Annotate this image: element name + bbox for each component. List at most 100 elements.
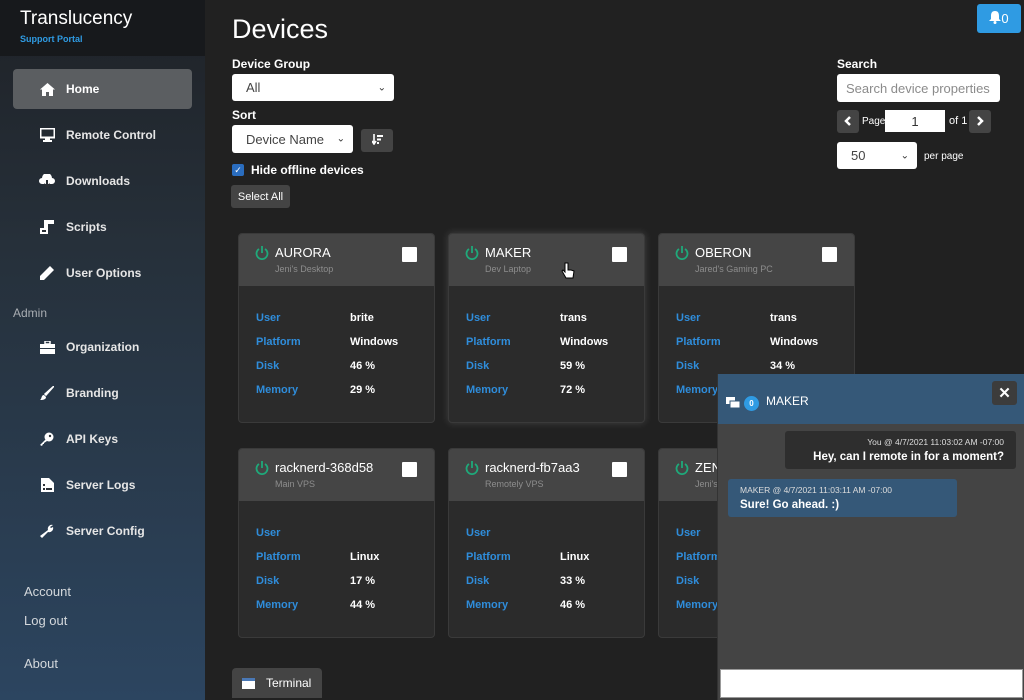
device-name[interactable]: MAKER [485, 245, 531, 260]
sidebar-item-server-logs[interactable]: Server Logs [13, 465, 192, 505]
device-memory: 44 % [350, 599, 376, 611]
message-text: Hey, can I remote in for a moment? [813, 451, 1004, 463]
per-page-select[interactable]: 50 ⌄ [837, 142, 917, 169]
device-name[interactable]: racknerd-368d58 [275, 460, 373, 475]
device-card[interactable]: racknerd-368d58 Main VPS User Platform Li… [238, 448, 435, 638]
device-disk: 17 % [350, 575, 376, 587]
sidebar-item-scripts[interactable]: Scripts [13, 207, 192, 247]
device-memory-row: Memory 72 % [466, 378, 644, 402]
terminal-icon [242, 677, 255, 689]
brand: Translucency Support Portal [0, 0, 205, 56]
field-label: Platform [256, 551, 301, 563]
notifications-button[interactable]: 0 [977, 4, 1021, 33]
account-link[interactable]: Account [24, 584, 71, 613]
close-chat-button[interactable]: ✕ [992, 381, 1017, 405]
hide-offline-checkbox[interactable]: ✓ [232, 164, 244, 176]
sidebar-item-organization[interactable]: Organization [13, 327, 192, 367]
field-label: User [466, 312, 491, 324]
bell-icon [989, 10, 1002, 27]
sidebar-item-label: API Keys [66, 432, 119, 446]
device-name[interactable]: OBERON [695, 245, 751, 260]
device-user-row: User brite [256, 306, 434, 330]
next-page-button[interactable] [969, 110, 991, 133]
message-text: Sure! Go ahead. :) [740, 499, 840, 511]
pencil-icon [39, 265, 55, 281]
device-select-checkbox[interactable] [612, 247, 627, 262]
sidebar-item-branding[interactable]: Branding [13, 373, 192, 413]
chevron-down-icon: ⌄ [900, 150, 909, 161]
device-select-checkbox[interactable] [402, 462, 417, 477]
page-number-input[interactable] [885, 110, 945, 132]
device-alias: Jared's Gaming PC [695, 264, 773, 274]
sort-direction-button[interactable] [361, 129, 393, 152]
chevron-down-icon: ⌄ [377, 82, 386, 93]
chat-message-outgoing: You @ 4/7/2021 11:03:02 AM -07:00 Hey, c… [785, 431, 1016, 469]
device-card[interactable]: AURORA Jeni's Desktop User brite Platform… [238, 233, 435, 423]
device-user-row: User trans [676, 306, 854, 330]
sort-descending-icon [370, 133, 383, 148]
device-card[interactable]: MAKER Dev Laptop User trans Platform Windo… [448, 233, 645, 423]
power-icon [465, 461, 479, 475]
prev-page-button[interactable] [837, 110, 859, 133]
sort-select[interactable]: Device Name ⌄ [232, 125, 353, 153]
device-group-select[interactable]: All ⌄ [232, 74, 394, 101]
device-memory-row: Memory 29 % [256, 378, 434, 402]
device-select-checkbox[interactable] [822, 247, 837, 262]
sidebar-item-remote-control[interactable]: Remote Control [13, 115, 192, 155]
device-select-checkbox[interactable] [402, 247, 417, 262]
sidebar-item-server-config[interactable]: Server Config [13, 511, 192, 551]
device-user: trans [560, 312, 587, 324]
sidebar-item-downloads[interactable]: Downloads [13, 161, 192, 201]
field-label: User [256, 312, 281, 324]
sidebar-item-user-options[interactable]: User Options [13, 253, 192, 293]
device-memory: 46 % [560, 599, 586, 611]
chat-message-input[interactable] [720, 669, 1023, 698]
sidebar-item-home[interactable]: Home [13, 69, 192, 109]
device-platform-row: Platform Linux [466, 545, 644, 569]
device-select-checkbox[interactable] [612, 462, 627, 477]
power-icon [675, 246, 689, 260]
per-page-label: per page [924, 151, 964, 162]
field-label: Platform [466, 551, 511, 563]
device-platform: Linux [350, 551, 380, 563]
field-label: Disk [676, 360, 700, 372]
device-disk-row: Disk 46 % [256, 354, 434, 378]
device-name[interactable]: racknerd-fb7aa3 [485, 460, 580, 475]
cloud-download-icon [39, 173, 55, 189]
device-disk-row: Disk 33 % [466, 569, 644, 593]
terminal-button[interactable]: Terminal [232, 668, 322, 698]
scroll-icon [39, 219, 55, 235]
field-label: Memory [256, 384, 299, 396]
sidebar-item-label: Server Config [66, 524, 145, 538]
device-name[interactable]: AURORA [275, 245, 331, 260]
device-platform-row: Platform Windows [256, 330, 434, 354]
search-input[interactable] [837, 74, 1000, 102]
admin-section-label: Admin [13, 306, 48, 320]
sidebar-item-api-keys[interactable]: API Keys [13, 419, 192, 459]
field-label: Disk [256, 360, 280, 372]
device-platform: Windows [770, 336, 819, 348]
comments-icon [726, 396, 741, 414]
field-label: Disk [466, 575, 490, 587]
page-title: Devices [232, 14, 329, 44]
home-icon [39, 81, 55, 97]
logout-link[interactable]: Log out [24, 613, 71, 656]
device-card-body: User trans Platform Windows Disk 59 % Memor… [449, 286, 644, 402]
device-card-body: User Platform Linux Disk 33 % Memory 46 % [449, 501, 644, 617]
chat-unread-badge: 0 [744, 396, 759, 411]
app-title: Translucency [20, 8, 133, 29]
about-link[interactable]: About [24, 656, 71, 671]
device-card-header: MAKER Dev Laptop [449, 234, 644, 286]
search-label: Search [837, 57, 878, 71]
chevron-left-icon [844, 115, 852, 129]
sidebar-item-label: Branding [66, 386, 119, 400]
field-label: User [256, 527, 281, 539]
device-disk-row: Disk 17 % [256, 569, 434, 593]
select-all-button[interactable]: Select All [231, 185, 290, 208]
device-platform-row: Platform Linux [256, 545, 434, 569]
device-card[interactable]: racknerd-fb7aa3 Remotely VPS User Platfo… [448, 448, 645, 638]
device-card-body: User brite Platform Windows Disk 46 % Memor… [239, 286, 434, 402]
device-alias: Dev Laptop [485, 264, 532, 274]
device-alias: Remotely VPS [485, 479, 544, 489]
chat-device-name: MAKER [766, 394, 809, 408]
